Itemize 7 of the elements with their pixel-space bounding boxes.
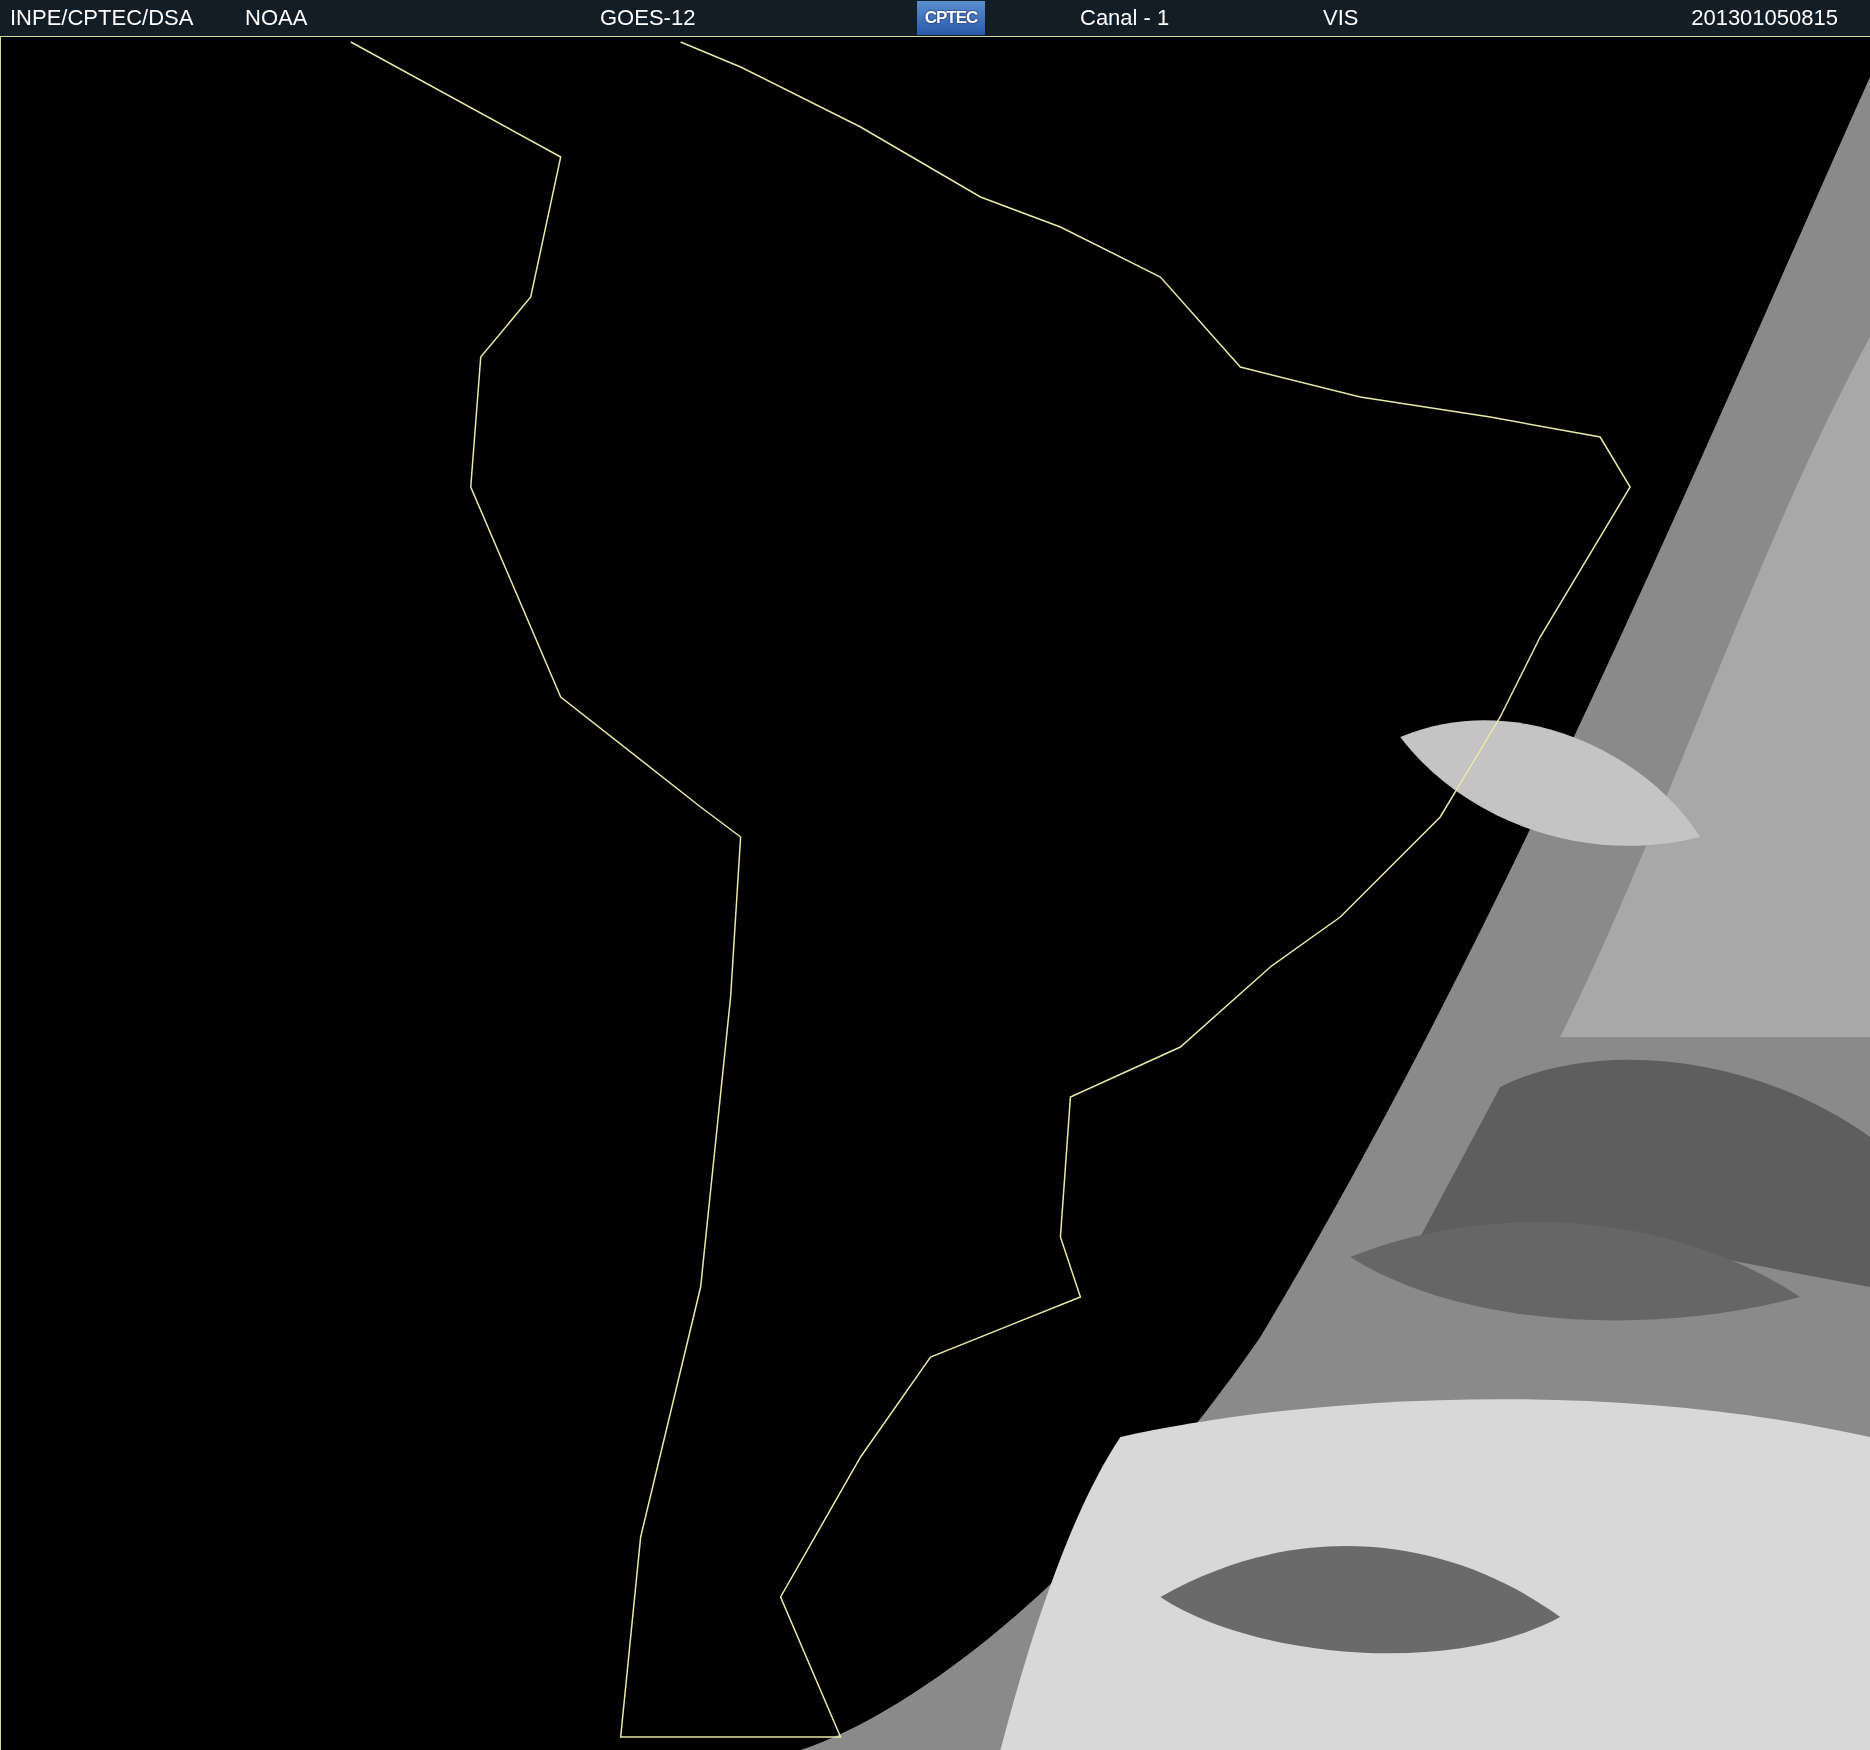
channel-label: Canal - 1: [1080, 5, 1170, 31]
source-label: INPE/CPTEC/DSA: [10, 5, 194, 31]
band-label: VIS: [1323, 5, 1359, 31]
satellite-label: GOES-12: [600, 5, 696, 31]
logo: CPTEC: [917, 1, 985, 35]
agency-label: NOAA: [245, 5, 308, 31]
timestamp-label: 201301050815: [1691, 5, 1838, 31]
